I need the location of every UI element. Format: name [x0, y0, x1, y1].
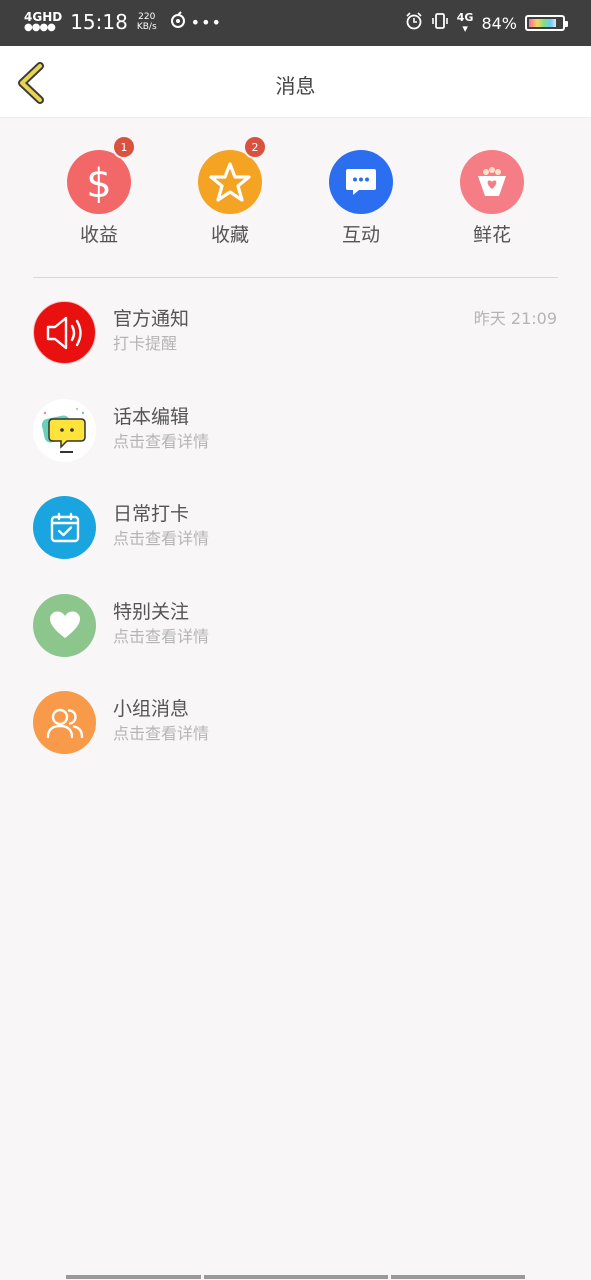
- speaker-icon: [33, 301, 96, 364]
- quick-action-favorites[interactable]: 2 收藏: [180, 135, 280, 247]
- message-title: 特别关注: [113, 600, 190, 623]
- svg-text:$: $: [86, 161, 111, 206]
- list-item-special-follow[interactable]: 特别关注 点击查看详情: [0, 577, 591, 675]
- nav-bar: 消息: [0, 46, 591, 118]
- chat-bubble-icon: [329, 150, 393, 214]
- quick-action-label: 收益: [79, 224, 118, 246]
- group-users-icon: [33, 691, 96, 754]
- quick-actions: $ 1 收益 2 收藏 互动 鲜花: [33, 118, 558, 278]
- calendar-check-icon: [33, 496, 96, 559]
- message-time: 昨天 21:09: [473, 309, 557, 328]
- mobile-data-indicator: 4G ▾: [457, 12, 474, 34]
- gesture-bar: [0, 1275, 591, 1280]
- quick-action-interactions[interactable]: 互动: [311, 150, 411, 247]
- quick-action-label: 鲜花: [472, 224, 511, 246]
- dollar-icon: $: [67, 150, 131, 214]
- message-subtitle: 点击查看详情: [113, 724, 210, 743]
- quick-action-label: 互动: [341, 224, 380, 246]
- message-list: 官方通知 打卡提醒 昨天 21:09 话本编辑 点击查看详情 日常打卡 点击查看…: [0, 284, 591, 772]
- message-title: 小组消息: [113, 698, 190, 720]
- message-subtitle: 点击查看详情: [113, 626, 210, 646]
- page-title: 消息: [275, 74, 316, 98]
- list-item-editor[interactable]: 话本编辑 点击查看详情: [0, 382, 591, 480]
- network-speed: 220 KB/s: [137, 12, 157, 32]
- quick-action-flowers[interactable]: 鲜花: [442, 150, 542, 247]
- alarm-icon: [405, 12, 423, 34]
- battery-percent: 84%: [481, 13, 517, 33]
- speed-value: 220: [138, 12, 156, 22]
- battery-icon: [525, 15, 568, 31]
- list-item-official-notice[interactable]: 官方通知 打卡提醒 昨天 21:09: [0, 284, 591, 382]
- flower-bouquet-icon: [460, 150, 524, 214]
- star-icon: [198, 150, 262, 214]
- gesture-segment-right[interactable]: [391, 1275, 525, 1279]
- gesture-segment-center[interactable]: [204, 1275, 388, 1279]
- message-title: 话本编辑: [113, 405, 190, 428]
- message-title: 日常打卡: [113, 503, 190, 525]
- netease-music-icon: [169, 10, 187, 34]
- message-subtitle: 点击查看详情: [113, 431, 210, 451]
- more-notifications-icon: •••: [190, 12, 222, 32]
- quick-action-label: 收藏: [210, 224, 249, 246]
- message-subtitle: 打卡提醒: [113, 334, 178, 353]
- message-title: 官方通知: [113, 308, 190, 330]
- gesture-segment-left[interactable]: [66, 1275, 201, 1279]
- list-item-group-messages[interactable]: 小组消息 点击查看详情: [0, 674, 591, 772]
- list-item-daily-checkin[interactable]: 日常打卡 点击查看详情: [0, 479, 591, 577]
- message-subtitle: 点击查看详情: [113, 529, 210, 548]
- heart-icon: [33, 593, 96, 657]
- signal-dots: ●●●●: [24, 22, 56, 33]
- clock: 15:18: [70, 10, 128, 34]
- earnings-badge: 1: [112, 135, 136, 159]
- data-arrows-icon: ▾: [462, 22, 468, 35]
- favorites-badge: 2: [243, 135, 267, 159]
- speed-unit: KB/s: [136, 22, 157, 32]
- vibrate-icon: [431, 12, 449, 34]
- quick-action-earnings[interactable]: $ 1 收益: [49, 135, 149, 247]
- editor-avatar-icon: [33, 398, 96, 462]
- signal-indicator: 4GHD ●●●●: [24, 11, 62, 33]
- status-bar: 4GHD ●●●● 15:18 220 KB/s ••• 4G ▾ 84%: [0, 0, 591, 46]
